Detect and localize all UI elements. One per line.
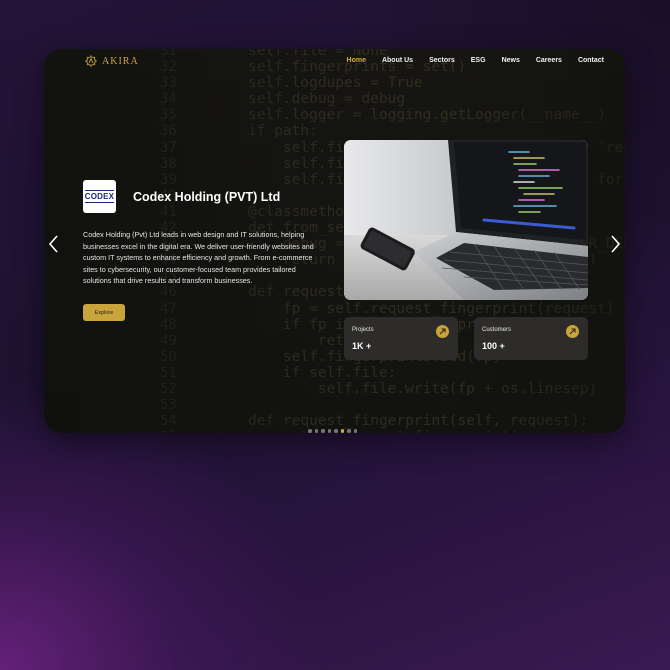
carousel-dots	[308, 429, 357, 433]
nav-home[interactable]: Home	[339, 57, 374, 64]
chevron-right-icon[interactable]	[608, 233, 622, 255]
stat-label: Projects	[352, 327, 374, 333]
company-header: CODEX Codex Holding (PVT) Ltd	[83, 180, 280, 213]
nav-careers[interactable]: Careers	[528, 57, 570, 64]
akira-logo-icon	[83, 54, 99, 68]
carousel-dot[interactable]	[347, 429, 351, 433]
carousel-dot[interactable]	[353, 429, 357, 433]
chevron-left-icon[interactable]	[47, 233, 61, 255]
hero-carousel: 31 32 33 34 35 36 37 38 39 40 41 42 43 4…	[44, 49, 625, 433]
company-name: Codex Holding (PVT) Ltd	[133, 189, 281, 204]
explore-button[interactable]: Explore	[83, 304, 125, 321]
brand-logo[interactable]: AKIRA	[83, 54, 139, 68]
carousel-dot[interactable]	[334, 429, 338, 433]
main-nav: Home About Us Sectors ESG News Careers C…	[339, 57, 612, 64]
nav-contact[interactable]: Contact	[570, 57, 612, 64]
stat-value: 1K +	[352, 341, 372, 351]
brand-name: AKIRA	[102, 55, 139, 67]
carousel-dot[interactable]	[321, 429, 325, 433]
stat-card-projects: Projects 1K +	[344, 317, 458, 360]
stat-label: Customers	[482, 327, 512, 333]
company-logo-text: CODEX	[84, 190, 115, 203]
carousel-dot[interactable]	[314, 429, 318, 433]
stat-card-customers: Customers 100 +	[474, 317, 588, 360]
arrow-up-right-icon	[436, 325, 449, 338]
laptop-code-photo	[344, 140, 588, 300]
company-logo: CODEX	[83, 180, 116, 213]
arrow-up-right-icon	[566, 325, 579, 338]
nav-about-us[interactable]: About Us	[374, 57, 421, 64]
carousel-dot[interactable]	[327, 429, 331, 433]
stat-value: 100 +	[482, 341, 505, 351]
nav-esg[interactable]: ESG	[463, 57, 494, 64]
nav-news[interactable]: News	[494, 57, 528, 64]
nav-sectors[interactable]: Sectors	[421, 57, 463, 64]
carousel-dot[interactable]	[308, 429, 312, 433]
carousel-dot[interactable]	[340, 429, 344, 433]
company-description: Codex Holding (Pvt) Ltd leads in web des…	[83, 230, 314, 286]
